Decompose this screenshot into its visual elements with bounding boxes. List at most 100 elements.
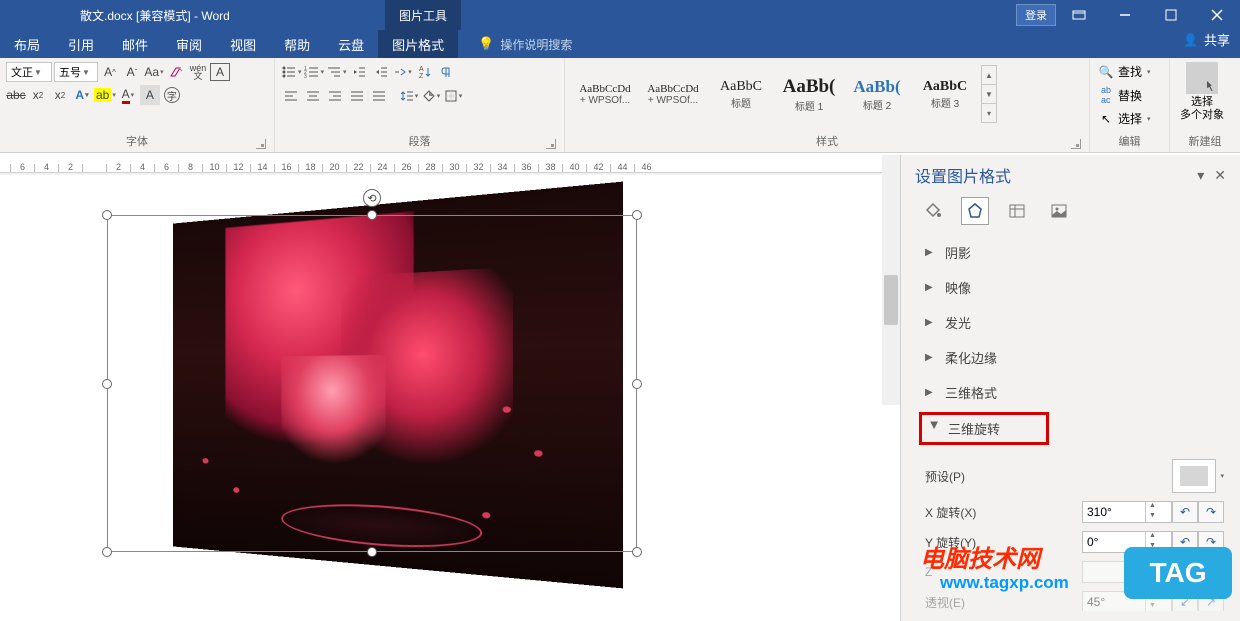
section-shadow[interactable]: ▶阴影 xyxy=(925,235,1224,270)
select-button[interactable]: ↖选择▾ xyxy=(1096,109,1163,128)
tab-cloud[interactable]: 云盘 xyxy=(324,30,378,58)
ribbon-display-icon[interactable] xyxy=(1056,0,1102,30)
line-spacing-button[interactable]: ▾ xyxy=(399,86,419,106)
style-item-normal2[interactable]: AaBbCcDd+ WPSOf... xyxy=(639,65,707,123)
preset-dropdown[interactable] xyxy=(1172,459,1216,493)
change-case-button[interactable]: Aa▾ xyxy=(144,62,164,82)
section-3d-rotation[interactable]: ▶三维旋转 xyxy=(928,419,1040,438)
pane-tab-picture-icon[interactable] xyxy=(1045,197,1073,225)
resize-handle-tr[interactable] xyxy=(632,210,642,220)
y-rotate-left-button[interactable]: ↶ xyxy=(1172,531,1198,553)
asian-layout-button[interactable]: ▾ xyxy=(393,62,413,82)
styles-gallery[interactable]: AaBbCcDd+ WPSOf... AaBbCcDd+ WPSOf... Aa… xyxy=(571,62,1083,126)
x-rotate-left-button[interactable]: ↶ xyxy=(1172,501,1198,523)
tab-picture-format[interactable]: 图片格式 xyxy=(378,30,458,58)
y-rotate-right-button[interactable]: ↷ xyxy=(1198,531,1224,553)
text-effects-button[interactable]: A▾ xyxy=(72,85,92,105)
maximize-icon[interactable] xyxy=(1148,0,1194,30)
z-rotate-right-button[interactable]: ↷ xyxy=(1198,561,1224,583)
paragraph-dialog-launcher[interactable] xyxy=(546,139,556,149)
numbering-button[interactable]: 123▾ xyxy=(304,62,325,82)
bullets-button[interactable]: ▾ xyxy=(281,62,302,82)
character-shading-button[interactable]: A xyxy=(140,85,160,105)
highlight-button[interactable]: ab▾ xyxy=(94,85,116,105)
style-item-normal[interactable]: AaBbCcDd+ WPSOf... xyxy=(571,65,639,123)
x-rotate-right-button[interactable]: ↷ xyxy=(1198,501,1224,523)
align-center-button[interactable] xyxy=(303,86,323,106)
vertical-scrollbar[interactable] xyxy=(882,155,900,405)
style-item-heading3[interactable]: AaBbC标题 3 xyxy=(911,65,979,123)
selected-image[interactable]: ⟲ xyxy=(107,215,637,552)
show-marks-button[interactable] xyxy=(437,62,457,82)
persp-wide-button[interactable]: ↗ xyxy=(1198,591,1224,611)
font-name-combo[interactable]: 文正▼ xyxy=(6,62,52,82)
tell-me-search[interactable]: 操作说明搜索 xyxy=(478,30,572,58)
tab-layout[interactable]: 布局 xyxy=(0,30,54,58)
tab-references[interactable]: 引用 xyxy=(54,30,108,58)
tab-review[interactable]: 审阅 xyxy=(162,30,216,58)
resize-handle-bm[interactable] xyxy=(367,547,377,557)
login-button[interactable]: 登录 xyxy=(1016,4,1056,26)
pane-tab-fill-icon[interactable] xyxy=(919,197,947,225)
subscript-button[interactable]: x2 xyxy=(28,85,48,105)
align-left-button[interactable] xyxy=(281,86,301,106)
resize-handle-br[interactable] xyxy=(632,547,642,557)
resize-handle-mr[interactable] xyxy=(632,379,642,389)
align-right-button[interactable] xyxy=(325,86,345,106)
section-reflection[interactable]: ▶映像 xyxy=(925,270,1224,305)
pane-close-icon[interactable]: ✕ xyxy=(1214,167,1226,184)
borders-button[interactable]: ▾ xyxy=(443,86,463,106)
perspective-input[interactable]: ▲▼ xyxy=(1082,591,1172,611)
phonetic-guide-button[interactable]: wén文 xyxy=(188,62,208,82)
rotate-handle[interactable]: ⟲ xyxy=(363,189,381,207)
select-multiple-icon[interactable] xyxy=(1186,62,1218,94)
replace-button[interactable]: abac替换 xyxy=(1096,84,1163,106)
tab-mailings[interactable]: 邮件 xyxy=(108,30,162,58)
section-soft-edges[interactable]: ▶柔化边缘 xyxy=(925,340,1224,375)
find-button[interactable]: 🔍查找▾ xyxy=(1096,62,1163,81)
close-icon[interactable] xyxy=(1194,0,1240,30)
resize-handle-bl[interactable] xyxy=(102,547,112,557)
font-size-combo[interactable]: 五号▼ xyxy=(54,62,98,82)
style-item-heading2[interactable]: AaBb(标题 2 xyxy=(843,65,911,123)
style-item-title[interactable]: AaBbC标题 xyxy=(707,65,775,123)
distribute-button[interactable] xyxy=(369,86,389,106)
pane-tab-effects-icon[interactable] xyxy=(961,197,989,225)
tab-view[interactable]: 视图 xyxy=(216,30,270,58)
tab-help[interactable]: 帮助 xyxy=(270,30,324,58)
font-color-button[interactable]: A▾ xyxy=(118,85,138,105)
enclose-characters-button[interactable]: 字 xyxy=(162,85,182,105)
shrink-font-button[interactable]: Aˇ xyxy=(122,62,142,82)
pane-tab-layout-icon[interactable] xyxy=(1003,197,1031,225)
decrease-indent-button[interactable] xyxy=(349,62,369,82)
styles-dialog-launcher[interactable] xyxy=(1071,139,1081,149)
scrollbar-thumb[interactable] xyxy=(884,275,898,325)
select-multiple-button[interactable]: 选择多个对象 xyxy=(1180,96,1224,122)
pane-options-icon[interactable]: ▾ xyxy=(1197,167,1204,184)
x-rotation-input[interactable]: ▲▼ xyxy=(1082,501,1172,523)
clear-formatting-button[interactable] xyxy=(166,62,186,82)
share-button[interactable]: 共享 xyxy=(1183,30,1230,49)
character-border-button[interactable]: A xyxy=(210,63,230,81)
persp-narrow-button[interactable]: ↙ xyxy=(1172,591,1198,611)
y-rotation-input[interactable]: ▲▼ xyxy=(1082,531,1172,553)
section-glow[interactable]: ▶发光 xyxy=(925,305,1224,340)
chevron-down-icon[interactable]: ▾ xyxy=(1220,472,1224,480)
increase-indent-button[interactable] xyxy=(371,62,391,82)
superscript-button[interactable]: x2 xyxy=(50,85,70,105)
section-3d-format[interactable]: ▶三维格式 xyxy=(925,375,1224,410)
resize-handle-tl[interactable] xyxy=(102,210,112,220)
justify-button[interactable] xyxy=(347,86,367,106)
resize-handle-tm[interactable] xyxy=(367,210,377,220)
z-rotation-input[interactable]: ▲▼ xyxy=(1082,561,1172,583)
font-dialog-launcher[interactable] xyxy=(256,139,266,149)
z-rotate-left-button[interactable]: ↶ xyxy=(1172,561,1198,583)
document-area[interactable]: ⟲ xyxy=(0,175,900,621)
shading-button[interactable]: ▾ xyxy=(421,86,441,106)
sort-button[interactable]: AZ xyxy=(415,62,435,82)
gallery-scroll[interactable]: ▲▼▾ xyxy=(981,65,997,123)
multilevel-list-button[interactable]: ▾ xyxy=(326,62,347,82)
style-item-heading1[interactable]: AaBb(标题 1 xyxy=(775,65,843,123)
minimize-icon[interactable] xyxy=(1102,0,1148,30)
resize-handle-ml[interactable] xyxy=(102,379,112,389)
